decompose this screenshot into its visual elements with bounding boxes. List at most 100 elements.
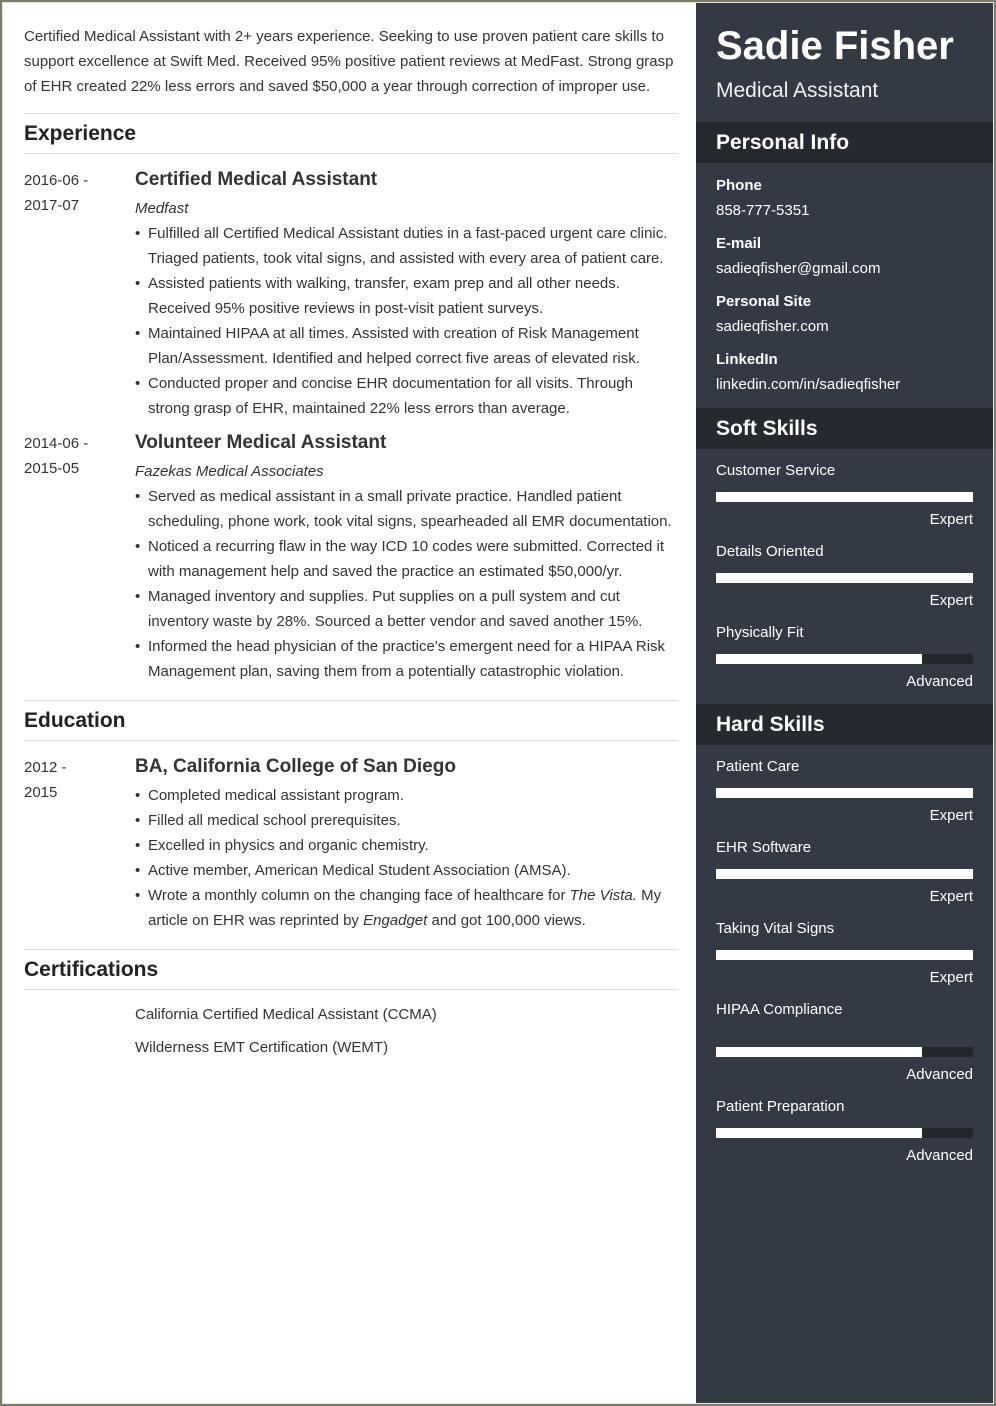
skill-item: Taking Vital Signs Expert bbox=[716, 919, 973, 988]
skill-name: Details Oriented bbox=[716, 543, 824, 560]
date-start: 2012 - bbox=[24, 759, 67, 776]
certification-item: California Certified Medical Assistant (… bbox=[135, 1006, 437, 1023]
bullet-item: Completed medical assistant program. bbox=[135, 783, 678, 808]
bullet-item: Wrote a monthly column on the changing f… bbox=[135, 883, 678, 933]
skill-bar bbox=[716, 573, 973, 583]
entry-body: Certified Medical Assistant Medfast Fulf… bbox=[135, 168, 678, 421]
date-end: 2017-07 bbox=[24, 197, 80, 214]
date-start: 2016-06 - bbox=[24, 172, 89, 189]
email-label: E-mail bbox=[716, 235, 762, 252]
hard-skills-list: Patient Care Expert EHR Software Expert … bbox=[696, 745, 993, 1166]
skill-level: Expert bbox=[929, 511, 973, 528]
bullet-item: Served as medical assistant in a small p… bbox=[135, 484, 678, 534]
entry-body: Volunteer Medical Assistant Fazekas Medi… bbox=[135, 431, 678, 684]
skill-name: HIPAA Compliance bbox=[716, 1001, 843, 1018]
skill-name: EHR Software bbox=[716, 839, 812, 856]
bullet-list: Fulfilled all Certified Medical Assistan… bbox=[135, 221, 678, 421]
bullet-text: Wrote a monthly column on the changing f… bbox=[148, 887, 570, 904]
skill-bar-fill bbox=[716, 573, 973, 583]
certifications-heading: Certifications bbox=[24, 949, 678, 990]
date-start: 2014-06 - bbox=[24, 435, 89, 452]
skill-name: Taking Vital Signs bbox=[716, 920, 835, 937]
degree-title: BA, California College of San Diego bbox=[135, 756, 456, 777]
site-value[interactable]: sadieqfisher.com bbox=[716, 317, 973, 337]
skill-bar-fill bbox=[716, 1128, 922, 1138]
bullet-list: Served as medical assistant in a small p… bbox=[135, 484, 678, 684]
skill-level: Expert bbox=[929, 807, 973, 824]
entry-dates: 2012 - 2015 bbox=[24, 755, 135, 933]
bullet-list: Completed medical assistant program. Fil… bbox=[135, 783, 678, 933]
date-end: 2015 bbox=[24, 784, 58, 801]
skill-item: HIPAA Compliance Advanced bbox=[716, 1000, 973, 1085]
skill-bar bbox=[716, 1128, 973, 1138]
phone-value: 858-777-5351 bbox=[716, 202, 810, 219]
bullet-item: Active member, American Medical Student … bbox=[135, 858, 678, 883]
skill-name: Patient Care bbox=[716, 758, 800, 775]
experience-entry: 2016-06 - 2017-07 Certified Medical Assi… bbox=[24, 168, 678, 421]
skill-item: Customer Service Expert bbox=[716, 461, 973, 530]
skill-item: Details Oriented Expert bbox=[716, 542, 973, 611]
skill-bar bbox=[716, 869, 973, 879]
experience-heading: Experience bbox=[24, 113, 678, 154]
bullet-item: Noticed a recurring flaw in the way ICD … bbox=[135, 534, 678, 584]
resume-page: Certified Medical Assistant with 2+ year… bbox=[2, 2, 994, 1404]
skill-name: Physically Fit bbox=[716, 624, 804, 641]
certification-item: Wilderness EMT Certification (WEMT) bbox=[135, 1039, 389, 1056]
skill-item: Patient Care Expert bbox=[716, 757, 973, 826]
skill-bar-fill bbox=[716, 1047, 922, 1057]
skill-bar-fill bbox=[716, 950, 973, 960]
bullet-item: Informed the head physician of the pract… bbox=[135, 634, 678, 684]
publication-name: Engadget bbox=[363, 912, 428, 929]
employer: Medfast bbox=[135, 200, 189, 217]
personal-info-heading: Personal Info bbox=[696, 122, 993, 163]
hard-skills-heading: Hard Skills bbox=[696, 704, 993, 745]
skill-level: Expert bbox=[929, 592, 973, 609]
skill-item: EHR Software Expert bbox=[716, 838, 973, 907]
education-heading: Education bbox=[24, 700, 678, 741]
skill-bar-fill bbox=[716, 654, 922, 664]
entry-body: BA, California College of San Diego Comp… bbox=[135, 755, 678, 933]
bullet-item: Assisted patients with walking, transfer… bbox=[135, 271, 678, 321]
publication-name: The Vista. bbox=[569, 887, 637, 904]
skill-bar-fill bbox=[716, 788, 973, 798]
bullet-item: Conducted proper and concise EHR documen… bbox=[135, 371, 678, 421]
skill-bar-fill bbox=[716, 869, 973, 879]
skill-level: Expert bbox=[929, 888, 973, 905]
linkedin-value[interactable]: linkedin.com/in/sadieqfisher bbox=[716, 375, 973, 395]
skill-bar bbox=[716, 788, 973, 798]
education-entry: 2012 - 2015 BA, California College of Sa… bbox=[24, 755, 678, 933]
site-label: Personal Site bbox=[716, 293, 812, 310]
certification-list: California Certified Medical Assistant (… bbox=[135, 1002, 678, 1060]
experience-entry: 2014-06 - 2015-05 Volunteer Medical Assi… bbox=[24, 431, 678, 684]
job-title: Certified Medical Assistant bbox=[135, 169, 378, 190]
skill-level: Advanced bbox=[906, 1066, 973, 1083]
bullet-item: Fulfilled all Certified Medical Assistan… bbox=[135, 221, 678, 271]
phone-label: Phone bbox=[716, 177, 762, 194]
personal-info: Phone 858-777-5351 E-mail sadieqfisher@g… bbox=[696, 163, 993, 395]
job-title: Volunteer Medical Assistant bbox=[135, 432, 387, 453]
main-column: Certified Medical Assistant with 2+ year… bbox=[24, 3, 678, 1068]
candidate-role: Medical Assistant bbox=[716, 79, 879, 102]
skill-level: Advanced bbox=[906, 673, 973, 690]
bullet-item: Excelled in physics and organic chemistr… bbox=[135, 833, 678, 858]
entry-dates: 2014-06 - 2015-05 bbox=[24, 431, 135, 684]
linkedin-label: LinkedIn bbox=[716, 351, 778, 368]
email-value[interactable]: sadieqfisher@gmail.com bbox=[716, 259, 973, 279]
skill-bar bbox=[716, 1047, 973, 1057]
skill-item: Physically Fit Advanced bbox=[716, 623, 973, 692]
bullet-item: Filled all medical school prerequisites. bbox=[135, 808, 678, 833]
bullet-item: Maintained HIPAA at all times. Assisted … bbox=[135, 321, 678, 371]
skill-name: Patient Preparation bbox=[716, 1098, 845, 1115]
bullet-item: Managed inventory and supplies. Put supp… bbox=[135, 584, 678, 634]
skill-level: Expert bbox=[929, 969, 973, 986]
skill-bar bbox=[716, 492, 973, 502]
sidebar: Sadie Fisher Medical Assistant Personal … bbox=[696, 3, 993, 1403]
soft-skills-heading: Soft Skills bbox=[696, 408, 993, 449]
employer: Fazekas Medical Associates bbox=[135, 463, 324, 480]
bullet-text: and got 100,000 views. bbox=[427, 912, 586, 929]
skill-bar bbox=[716, 950, 973, 960]
soft-skills-list: Customer Service Expert Details Oriented… bbox=[696, 449, 993, 692]
candidate-name: Sadie Fisher bbox=[716, 24, 954, 68]
skill-item: Patient Preparation Advanced bbox=[716, 1097, 973, 1166]
skill-level: Advanced bbox=[906, 1147, 973, 1164]
